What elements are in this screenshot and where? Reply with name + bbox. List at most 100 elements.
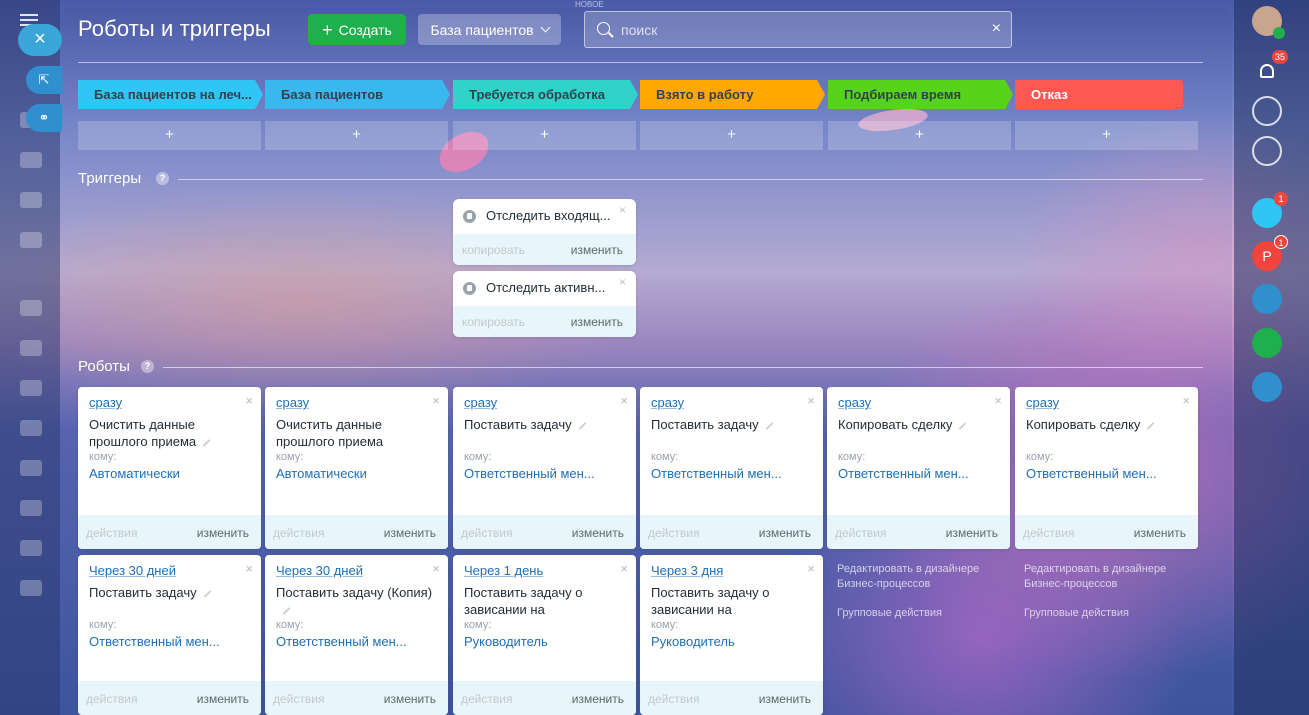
search-chat-icon[interactable] — [1252, 136, 1282, 166]
telephony-icon[interactable] — [1252, 96, 1282, 126]
edit-link[interactable]: изменить — [1134, 526, 1186, 540]
actions-link[interactable]: действия — [1023, 526, 1074, 540]
actions-link[interactable]: действия — [461, 692, 512, 706]
edit-link[interactable]: изменить — [197, 526, 249, 540]
pencil-icon[interactable] — [1147, 421, 1155, 430]
robot-delay[interactable]: сразу — [89, 395, 122, 410]
menu-item[interactable] — [20, 232, 42, 248]
assignee-value[interactable]: Руководитель — [651, 634, 816, 649]
pencil-icon[interactable] — [282, 606, 291, 615]
delete-icon[interactable]: × — [1182, 393, 1190, 408]
close-slider-button[interactable]: × — [18, 24, 62, 56]
robot-delay[interactable]: Через 3 дня — [651, 563, 723, 578]
stage-5[interactable]: Отказ — [1015, 80, 1183, 109]
copy-link-icon[interactable]: ⚭ — [26, 104, 62, 132]
menu-item[interactable] — [20, 300, 42, 316]
group-actions-link[interactable]: Групповые действия — [1024, 606, 1129, 621]
robot-delay[interactable]: сразу — [838, 395, 871, 410]
assignee-value[interactable]: Ответственный мен... — [89, 634, 254, 649]
edit-link[interactable]: изменить — [571, 315, 623, 329]
delete-icon[interactable]: × — [619, 275, 626, 289]
delete-icon[interactable]: × — [807, 393, 815, 408]
pencil-icon[interactable] — [203, 589, 212, 598]
stage-3[interactable]: Взято в работу — [640, 80, 825, 109]
actions-link[interactable]: действия — [648, 526, 699, 540]
assignee-value[interactable]: Автоматически — [89, 466, 254, 481]
menu-item[interactable] — [20, 500, 42, 516]
bot-icon[interactable]: 1 — [1252, 192, 1288, 228]
assignee-value[interactable]: Ответственный мен... — [651, 466, 816, 481]
robot-delay[interactable]: сразу — [276, 395, 309, 410]
delete-icon[interactable]: × — [619, 203, 626, 217]
actions-link[interactable]: действия — [835, 526, 886, 540]
menu-item[interactable] — [20, 192, 42, 208]
delete-icon[interactable]: × — [994, 393, 1002, 408]
pencil-icon[interactable] — [578, 421, 587, 430]
delete-icon[interactable]: × — [432, 561, 440, 576]
edit-link[interactable]: изменить — [759, 526, 811, 540]
edit-link[interactable]: изменить — [572, 692, 624, 706]
robot-delay[interactable]: сразу — [651, 395, 684, 410]
search-input[interactable] — [621, 12, 981, 47]
robot-delay[interactable]: сразу — [1026, 395, 1059, 410]
assignee-value[interactable]: Ответственный мен... — [276, 634, 441, 649]
create-button[interactable]: + Создать — [308, 14, 406, 45]
help-icon[interactable]: ? — [141, 360, 154, 373]
delete-icon[interactable]: × — [245, 561, 253, 576]
add-trigger-button[interactable]: + — [828, 121, 1011, 150]
actions-link[interactable]: действия — [86, 692, 137, 706]
menu-item[interactable] — [20, 540, 42, 556]
edit-link[interactable]: изменить — [384, 526, 436, 540]
user-avatar[interactable] — [1252, 6, 1285, 39]
delete-icon[interactable]: × — [432, 393, 440, 408]
menu-item[interactable] — [20, 340, 42, 356]
assignee-value[interactable]: Автоматически — [276, 466, 441, 481]
add-trigger-button[interactable]: + — [453, 121, 636, 150]
document-icon[interactable] — [1252, 328, 1282, 358]
pencil-icon[interactable] — [202, 438, 211, 447]
stage-4[interactable]: Подбираем время — [828, 80, 1013, 109]
actions-link[interactable]: действия — [648, 692, 699, 706]
chat-icon[interactable] — [1252, 284, 1282, 314]
contact-avatar[interactable]: P 1 — [1252, 235, 1288, 271]
delete-icon[interactable]: × — [245, 393, 253, 408]
actions-link[interactable]: действия — [273, 526, 324, 540]
delete-icon[interactable]: × — [807, 561, 815, 576]
actions-link[interactable]: действия — [273, 692, 324, 706]
menu-item[interactable] — [20, 460, 42, 476]
add-trigger-button[interactable]: + — [265, 121, 448, 150]
copy-link[interactable]: копировать — [462, 243, 525, 257]
assignee-value[interactable]: Ответственный мен... — [838, 466, 1003, 481]
delete-icon[interactable]: × — [620, 393, 628, 408]
edit-in-designer-link[interactable]: Редактировать в дизайнере Бизнес-процесс… — [1024, 562, 1194, 592]
edit-link[interactable]: изменить — [946, 526, 998, 540]
edit-link[interactable]: изменить — [197, 692, 249, 706]
edit-link[interactable]: изменить — [759, 692, 811, 706]
edit-link[interactable]: изменить — [384, 692, 436, 706]
stage-0[interactable]: База пациентов на леч... — [78, 80, 263, 109]
robot-delay[interactable]: Через 30 дней — [89, 563, 176, 578]
robot-delay[interactable]: сразу — [464, 395, 497, 410]
add-trigger-button[interactable]: + — [1015, 121, 1198, 150]
menu-item[interactable] — [20, 152, 42, 168]
pencil-icon[interactable] — [765, 421, 774, 430]
add-trigger-button[interactable]: + — [78, 121, 261, 150]
pencil-icon[interactable] — [959, 421, 967, 430]
add-trigger-button[interactable]: + — [640, 121, 823, 150]
stage-1[interactable]: База пациентов — [265, 80, 450, 109]
open-in-new-window-icon[interactable]: ⇱ — [26, 66, 62, 94]
stage-2[interactable]: Требуется обработка — [453, 80, 638, 109]
edit-in-designer-link[interactable]: Редактировать в дизайнере Бизнес-процесс… — [837, 562, 1007, 592]
assignee-value[interactable]: Ответственный мен... — [464, 466, 629, 481]
menu-item[interactable] — [20, 380, 42, 396]
robot-delay[interactable]: Через 30 дней — [276, 563, 363, 578]
notifications-icon[interactable]: 35 — [1252, 50, 1288, 86]
menu-item[interactable] — [20, 420, 42, 436]
group-actions-link[interactable]: Групповые действия — [837, 606, 942, 621]
robot-delay[interactable]: Через 1 день — [464, 563, 543, 578]
clear-search-icon[interactable]: × — [992, 20, 1001, 38]
actions-link[interactable]: действия — [86, 526, 137, 540]
delete-icon[interactable]: × — [620, 561, 628, 576]
edit-link[interactable]: изменить — [571, 243, 623, 257]
actions-link[interactable]: действия — [461, 526, 512, 540]
